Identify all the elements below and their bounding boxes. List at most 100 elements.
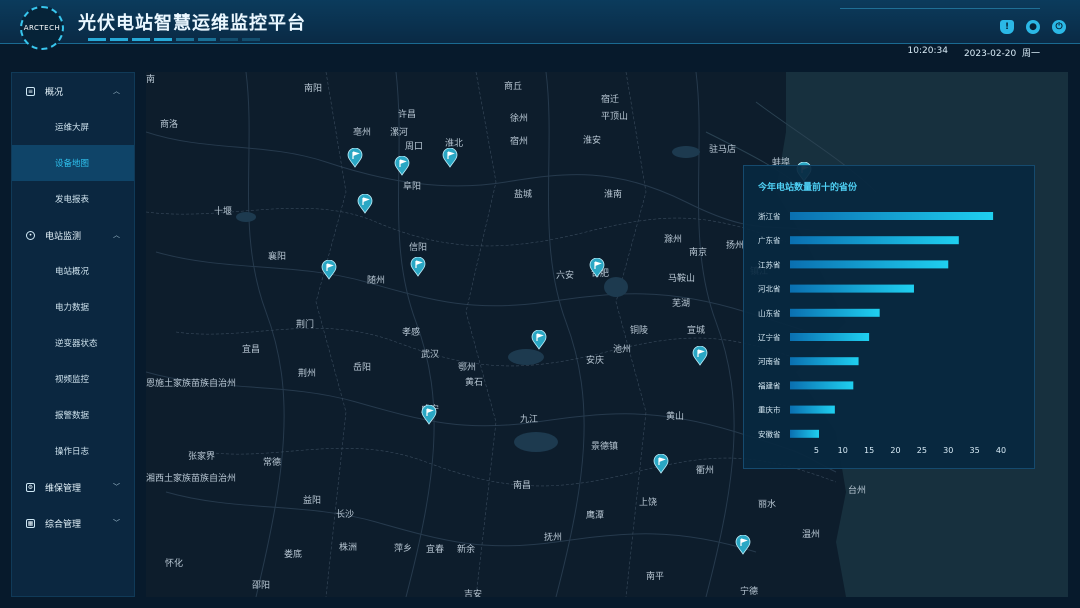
chevron-up-icon: ︿ (113, 231, 120, 239)
city-label: 新余 (457, 545, 476, 555)
city-label: 随州 (367, 276, 386, 286)
city-label: 淮安 (583, 136, 602, 146)
menu-group-station-monitor[interactable]: • 电站监测 ︿ (12, 217, 134, 253)
city-label: 抚州 (544, 533, 563, 543)
bar (790, 333, 870, 341)
bar (790, 429, 820, 438)
city-label: 安庆 (586, 356, 605, 366)
city-label: 株洲 (339, 543, 358, 553)
menu-item-alarm-data[interactable]: 报警数据 (12, 397, 134, 433)
bar (790, 212, 994, 220)
page-title: 光伏电站智慧运维监控平台 (78, 13, 306, 34)
menu-group-label: 概况 (45, 87, 64, 98)
station-pin-icon[interactable] (442, 148, 458, 168)
city-label: 周口 (405, 142, 424, 152)
city-label: 萍乡 (394, 544, 413, 554)
city-label: 宣城 (687, 326, 706, 336)
header-actions: ! ● ⏻ (1000, 20, 1066, 34)
city-label: 丽水 (758, 500, 777, 510)
city-label: 鹰潭 (586, 511, 605, 521)
city-label: 娄底 (284, 550, 303, 560)
city-label: 襄阳 (268, 252, 287, 262)
x-tick-label: 5 (814, 446, 819, 455)
menu-item-power-data[interactable]: 电力数据 (12, 289, 134, 325)
clock-time: 10:20:34 (907, 46, 948, 56)
menu-item-operation-log[interactable]: 操作日志 (12, 433, 134, 469)
city-label: 宁德 (740, 587, 759, 597)
category-label: 河南省 (758, 356, 781, 366)
city-label: 亳州 (353, 128, 372, 138)
city-label: 鄂州 (458, 363, 477, 373)
menu-group-general[interactable]: ▦ 综合管理 ﹀ (12, 505, 134, 541)
city-label: 宿迁 (601, 95, 620, 105)
bar (790, 284, 914, 293)
city-label: 长沙 (336, 510, 355, 520)
city-label: 台州 (848, 486, 867, 496)
user-icon[interactable]: ● (1026, 20, 1040, 34)
city-label: 吉安 (464, 590, 483, 597)
menu-item-device-map[interactable]: 设备地图 (12, 145, 134, 181)
city-label: 益阳 (303, 496, 322, 506)
city-label: 邵阳 (252, 581, 271, 591)
city-label: 宿州 (510, 137, 529, 147)
chevron-up-icon: ︿ (113, 87, 120, 95)
city-label: 岳阳 (353, 363, 372, 373)
bell-icon[interactable]: ! (1000, 20, 1014, 34)
station-pin-icon[interactable] (394, 156, 410, 176)
station-pin-icon[interactable] (531, 330, 547, 350)
station-pin-icon[interactable] (735, 535, 751, 555)
city-label: 信阳 (409, 243, 428, 253)
city-label: 漯河 (390, 128, 409, 138)
station-pin-icon[interactable] (692, 346, 708, 366)
menu-item-ops-screen[interactable]: 运维大屏 (12, 109, 134, 145)
menu-item-station-overview[interactable]: 电站概况 (12, 253, 134, 289)
menu-item-video-monitor[interactable]: 视频监控 (12, 361, 134, 397)
header-divider (840, 8, 1040, 9)
bar (790, 260, 949, 269)
station-pin-icon[interactable] (321, 260, 337, 280)
city-label: 温州 (802, 530, 821, 540)
city-label: 盐城 (514, 190, 533, 200)
station-pin-icon[interactable] (347, 148, 363, 168)
city-label: 南京 (689, 248, 708, 258)
city-label: 十堰 (214, 207, 233, 217)
datetime: 10:20:34 2023-02-20 周一 (908, 46, 1040, 59)
city-label: 南昌 (513, 481, 532, 491)
city-label: 滁州 (664, 235, 683, 245)
menu-group-label: 维保管理 (45, 483, 82, 494)
bar (790, 236, 959, 245)
city-label: 湘西土家族苗族自治州 (146, 474, 237, 484)
x-tick-label: 40 (996, 446, 1006, 455)
station-pin-icon[interactable] (589, 258, 605, 278)
station-pin-icon[interactable] (653, 454, 669, 474)
city-label: 常德 (263, 458, 282, 468)
clock-date: 2023-02-20 (963, 49, 1017, 59)
station-pin-icon[interactable] (410, 257, 426, 277)
station-pin-icon[interactable] (357, 194, 373, 214)
menu-group-maintenance[interactable]: ⚙ 维保管理 ﹀ (12, 469, 134, 505)
city-label: 马鞍山 (668, 274, 696, 284)
city-label: 商洛 (160, 120, 179, 130)
city-label: 铜陵 (630, 326, 649, 336)
power-icon[interactable]: ⏻ (1052, 20, 1066, 34)
city-label: 荆州 (298, 369, 317, 379)
x-tick-label: 15 (864, 446, 874, 455)
category-label: 重庆市 (758, 405, 781, 415)
bar-chart: 浙江省广东省江苏省河北省山东省辽宁省河南省福建省重庆市安徽省 5 10 15 20 25 3… (758, 211, 1006, 455)
top10-provinces-panel: 今年电站数量前十的省份 浙江省 广东省 江苏省 河北省 山东省 辽宁省 河南省 福建省 重庆市安… (743, 165, 1035, 469)
city-label: 许昌 (398, 110, 417, 120)
category-label: 河北省 (758, 284, 781, 294)
menu-item-power-report[interactable]: 发电报表 (12, 181, 134, 217)
sidebar: ≡ 概况 ︿ 运维大屏 设备地图 发电报表 • 电站监测 ︿ 电站概况 电力数据… (11, 72, 135, 597)
bar (790, 405, 835, 414)
menu-item-inverter-status[interactable]: 逆变器状态 (12, 325, 134, 361)
title-decoration (88, 38, 260, 41)
city-label: 商丘 (504, 82, 523, 92)
menu-group-overview[interactable]: ≡ 概况 ︿ (12, 73, 134, 109)
bar (790, 381, 854, 390)
city-label: 黄山 (666, 412, 685, 422)
bar (790, 357, 859, 366)
monitor-icon: • (26, 230, 35, 240)
category-label: 江苏省 (758, 259, 781, 269)
station-pin-icon[interactable] (421, 405, 437, 425)
